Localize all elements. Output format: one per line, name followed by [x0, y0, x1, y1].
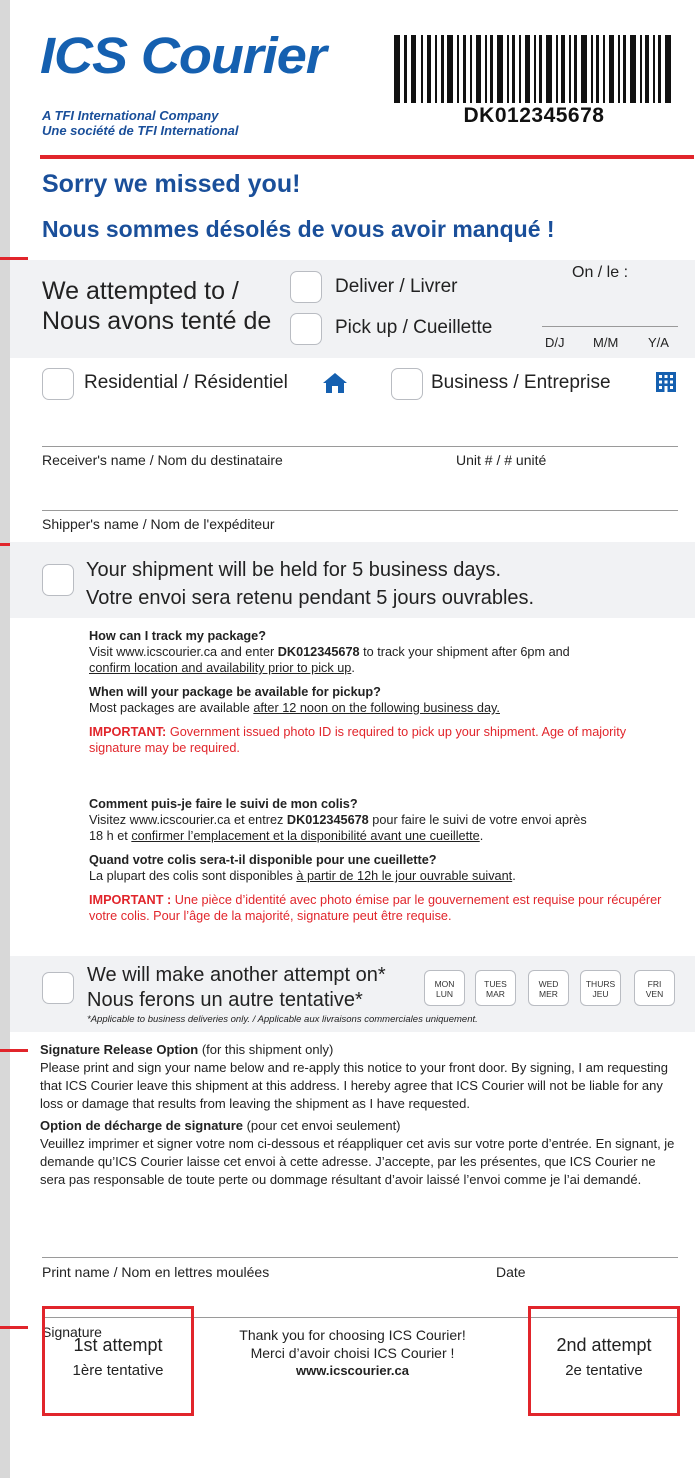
date-day-label: D/J: [545, 335, 565, 350]
tagline: A TFI International Company Une société …: [42, 108, 238, 138]
date-year-label: Y/A: [648, 335, 669, 350]
unit-label: Unit # / # unité: [456, 452, 547, 468]
title-fr: Nous sommes désolés de vous avoir manqué…: [42, 216, 555, 242]
pickup-question-en: When will your package be available for …: [89, 685, 381, 699]
day-fri-checkbox[interactable]: FRI VEN: [634, 970, 675, 1006]
track-question-fr: Comment puis-je faire le suivi de mon co…: [89, 797, 358, 811]
header-divider: [40, 155, 694, 159]
date-field[interactable]: [542, 326, 678, 327]
thanks-fr: Merci d’avoir choisi ICS Courier !: [250, 1345, 455, 1361]
second-attempt-fr: 2e tentative: [565, 1362, 643, 1379]
title-en: Sorry we missed you!: [42, 170, 301, 198]
important-fr: IMPORTANT : Une pièce d’identité avec ph…: [89, 893, 662, 923]
missed-delivery-notice: ICS Courier A TFI International Company …: [0, 0, 695, 1478]
track-link-fr[interactable]: confirmer l’emplacement et la disponibil…: [131, 829, 479, 843]
signature-release-title-fr: Option de décharge de signature (pour ce…: [40, 1118, 401, 1133]
track-answer-en-2: confirm location and availability prior …: [89, 661, 355, 675]
tracking-number: DK012345678: [463, 104, 605, 127]
shipper-name-label: Shipper's name / Nom de l'expéditeur: [42, 516, 275, 532]
date-month-label: M/M: [593, 335, 619, 350]
residential-label: Residential / Résidentiel: [84, 372, 288, 393]
business-checkbox[interactable]: [391, 368, 423, 400]
thanks-message: Thank you for choosing ICS Courier! Merc…: [210, 1326, 495, 1380]
second-attempt-en: 2nd attempt: [556, 1335, 652, 1355]
important-en: IMPORTANT: Government issued photo ID is…: [89, 725, 627, 755]
signature-release-title-en: Signature Release Option (for this shipm…: [40, 1042, 334, 1057]
signature-release-body-fr: Veuillez imprimer et signer votre nom ci…: [40, 1136, 675, 1187]
print-name-label: Print name / Nom en lettres moulées: [42, 1264, 270, 1280]
info-fr: Comment puis-je faire le suivi de mon co…: [89, 796, 679, 924]
receiver-name-label: Receiver's name / Nom du destinataire: [42, 452, 283, 468]
date-label: Date: [496, 1264, 526, 1280]
reattempt-text-en: We will make another attempt on*: [87, 964, 386, 986]
reattempt-text-fr: Nous ferons un autre tentative*: [87, 989, 363, 1011]
signature-release-fr: Option de décharge de signature (pour ce…: [40, 1117, 680, 1189]
track-link-en[interactable]: confirm location and availability prior …: [89, 661, 351, 675]
barcode-icon: [394, 35, 671, 103]
day-thu-checkbox[interactable]: THURS JEU: [580, 970, 621, 1006]
second-attempt-box: 2nd attempt 2e tentative: [528, 1306, 680, 1416]
track-answer-fr: Visitez www.icscourier.ca et entrez DK01…: [89, 813, 587, 827]
day-wed-checkbox[interactable]: WED MER: [528, 970, 569, 1006]
attempt-label-en: We attempted to /: [42, 277, 239, 305]
pickup-answer-fr: La plupart des colis sont disponibles à …: [89, 869, 516, 883]
tagline-fr: Une société de TFI International: [42, 123, 239, 138]
attempt-label: We attempted to / Nous avons tenté de: [42, 276, 271, 336]
print-name-field[interactable]: [42, 1257, 678, 1258]
info-en: How can I track my package? Visit www.ic…: [89, 628, 679, 756]
day-mon-checkbox[interactable]: MON LUN: [424, 970, 465, 1006]
pickup-answer-en: Most packages are available after 12 noo…: [89, 701, 500, 715]
signature-release-body-en: Please print and sign your name below an…: [40, 1060, 668, 1111]
building-icon: [656, 372, 676, 392]
day-tue-checkbox[interactable]: TUES MAR: [475, 970, 516, 1006]
residential-checkbox[interactable]: [42, 368, 74, 400]
first-attempt-box: 1st attempt 1ère tentative: [42, 1306, 194, 1416]
thanks-en: Thank you for choosing ICS Courier!: [239, 1327, 466, 1343]
deliver-checkbox[interactable]: [290, 271, 322, 303]
held-text-fr: Votre envoi sera retenu pendant 5 jours …: [86, 587, 535, 609]
business-label: Business / Entreprise: [431, 372, 611, 393]
fold-mark: [0, 1326, 28, 1329]
on-date-label: On / le :: [572, 264, 629, 281]
house-icon: [323, 373, 347, 393]
track-answer-fr-2: 18 h et confirmer l’emplacement et la di…: [89, 829, 484, 843]
reattempt-text: We will make another attempt on* Nous fe…: [87, 963, 386, 1013]
track-question-en: How can I track my package?: [89, 629, 266, 643]
fold-mark: [0, 1049, 28, 1052]
track-answer-en: Visit www.icscourier.ca and enter DK0123…: [89, 645, 570, 659]
tagline-en: A TFI International Company: [42, 108, 219, 123]
reattempt-checkbox[interactable]: [42, 972, 74, 1004]
ics-courier-logo: ICS Courier: [40, 27, 327, 84]
pickup-checkbox[interactable]: [290, 313, 322, 345]
held-text: Your shipment will be held for 5 busines…: [86, 556, 534, 612]
receiver-name-field[interactable]: [42, 446, 678, 447]
shipper-name-field[interactable]: [42, 510, 678, 511]
pickup-question-fr: Quand votre colis sera-t-il disponible p…: [89, 853, 437, 867]
first-attempt-en: 1st attempt: [73, 1335, 163, 1355]
reattempt-note: *Applicable to business deliveries only.…: [87, 1014, 478, 1025]
deliver-label: Deliver / Livrer: [335, 276, 458, 297]
signature-release-en: Signature Release Option (for this shipm…: [40, 1041, 680, 1113]
first-attempt-fr: 1ère tentative: [72, 1362, 164, 1379]
pickup-label: Pick up / Cueillette: [335, 317, 493, 338]
held-checkbox[interactable]: [42, 564, 74, 596]
attempt-label-fr: Nous avons tenté de: [42, 307, 272, 335]
held-text-en: Your shipment will be held for 5 busines…: [86, 559, 502, 581]
website-link[interactable]: www.icscourier.ca: [210, 1362, 495, 1380]
